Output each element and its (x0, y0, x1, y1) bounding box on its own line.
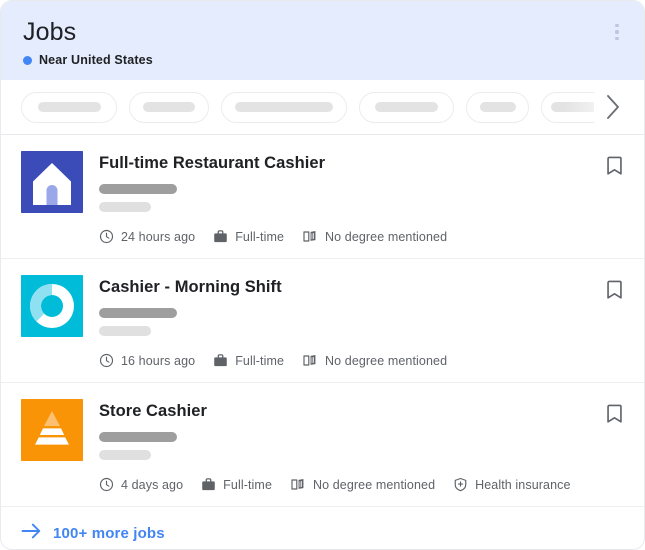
job-meta-label: Full-time (223, 478, 272, 492)
location-dot-icon (23, 56, 32, 65)
company-name-placeholder (99, 432, 177, 442)
bookmark-icon[interactable] (602, 277, 626, 301)
filter-chips-bar (1, 80, 644, 135)
job-meta-label: Full-time (235, 354, 284, 368)
filter-chip-placeholder (375, 102, 438, 112)
clock-icon (99, 477, 114, 492)
company-location-placeholder (99, 326, 151, 336)
jobs-header: Jobs Near United States (1, 1, 644, 80)
job-meta-label: 4 days ago (121, 478, 183, 492)
job-meta-label: 24 hours ago (121, 230, 195, 244)
briefcase-icon (213, 353, 228, 368)
donut-logo (21, 275, 83, 337)
briefcase-icon (201, 477, 216, 492)
location-row: Near United States (23, 53, 622, 67)
job-meta-row: 16 hours ago Full-time No degree mentioned (99, 353, 624, 368)
job-meta-row: 24 hours ago Full-time No degree mentioned (99, 229, 624, 244)
job-meta-label: Health insurance (475, 478, 570, 492)
company-location-placeholder (99, 202, 151, 212)
job-row[interactable]: Full-time Restaurant Cashier 24 hours ago… (1, 135, 644, 259)
clock-icon (99, 229, 114, 244)
book-icon (302, 229, 318, 244)
job-body: Full-time Restaurant Cashier 24 hours ago… (99, 151, 624, 244)
briefcase-icon (213, 229, 228, 244)
job-body: Store Cashier 4 days ago Full-time No degre… (99, 399, 624, 492)
job-meta-item: 4 days ago (99, 477, 183, 492)
job-meta-label: No degree mentioned (325, 354, 447, 368)
job-title: Full-time Restaurant Cashier (99, 153, 624, 174)
clock-icon (99, 353, 114, 368)
filter-chip-6[interactable] (541, 92, 594, 123)
job-meta-row: 4 days ago Full-time No degree mentioned He… (99, 477, 624, 492)
jobs-list: Full-time Restaurant Cashier 24 hours ago… (1, 135, 644, 507)
company-name-placeholder (99, 184, 177, 194)
bookmark-icon[interactable] (602, 153, 626, 177)
book-icon (290, 477, 306, 492)
job-meta-item: Full-time (213, 353, 284, 368)
pyramid-logo (21, 399, 83, 461)
job-meta-item: No degree mentioned (302, 229, 447, 244)
job-meta-item: No degree mentioned (302, 353, 447, 368)
company-name-placeholder (99, 308, 177, 318)
job-meta-item: 16 hours ago (99, 353, 195, 368)
page-title: Jobs (23, 17, 622, 47)
house-logo (21, 151, 83, 213)
job-meta-label: No degree mentioned (325, 230, 447, 244)
jobs-card: Jobs Near United States Full-time Restau… (0, 0, 645, 550)
more-jobs-label: 100+ more jobs (53, 525, 165, 542)
filter-chip-3[interactable] (221, 92, 347, 123)
job-meta-item: Health insurance (453, 477, 570, 492)
filter-chips-scroller[interactable] (21, 92, 594, 123)
more-jobs-link[interactable]: 100+ more jobs (1, 507, 644, 550)
filter-chip-placeholder (235, 102, 333, 112)
job-meta-label: 16 hours ago (121, 354, 195, 368)
job-title: Cashier - Morning Shift (99, 277, 624, 298)
filter-chip-placeholder (143, 102, 195, 112)
more-vert-icon[interactable] (606, 19, 628, 45)
chevron-right-icon[interactable] (600, 92, 626, 122)
arrow-right-icon (21, 522, 42, 545)
job-meta-item: 24 hours ago (99, 229, 195, 244)
job-meta-label: Full-time (235, 230, 284, 244)
book-icon (302, 353, 318, 368)
filter-chip-placeholder (551, 102, 594, 112)
job-row[interactable]: Cashier - Morning Shift 16 hours ago Full-… (1, 259, 644, 383)
filter-chip-placeholder (38, 102, 101, 112)
filter-chip-1[interactable] (21, 92, 117, 123)
job-title: Store Cashier (99, 401, 624, 422)
filter-chip-5[interactable] (466, 92, 529, 123)
job-row[interactable]: Store Cashier 4 days ago Full-time No degre… (1, 383, 644, 507)
shield-icon (453, 477, 468, 492)
job-meta-item: No degree mentioned (290, 477, 435, 492)
filter-chip-placeholder (480, 102, 516, 112)
job-meta-item: Full-time (213, 229, 284, 244)
bookmark-icon[interactable] (602, 401, 626, 425)
filter-chip-2[interactable] (129, 92, 209, 123)
job-body: Cashier - Morning Shift 16 hours ago Full-… (99, 275, 624, 368)
job-meta-item: Full-time (201, 477, 272, 492)
job-meta-label: No degree mentioned (313, 478, 435, 492)
filter-chip-4[interactable] (359, 92, 454, 123)
company-location-placeholder (99, 450, 151, 460)
location-label: Near United States (39, 53, 153, 67)
